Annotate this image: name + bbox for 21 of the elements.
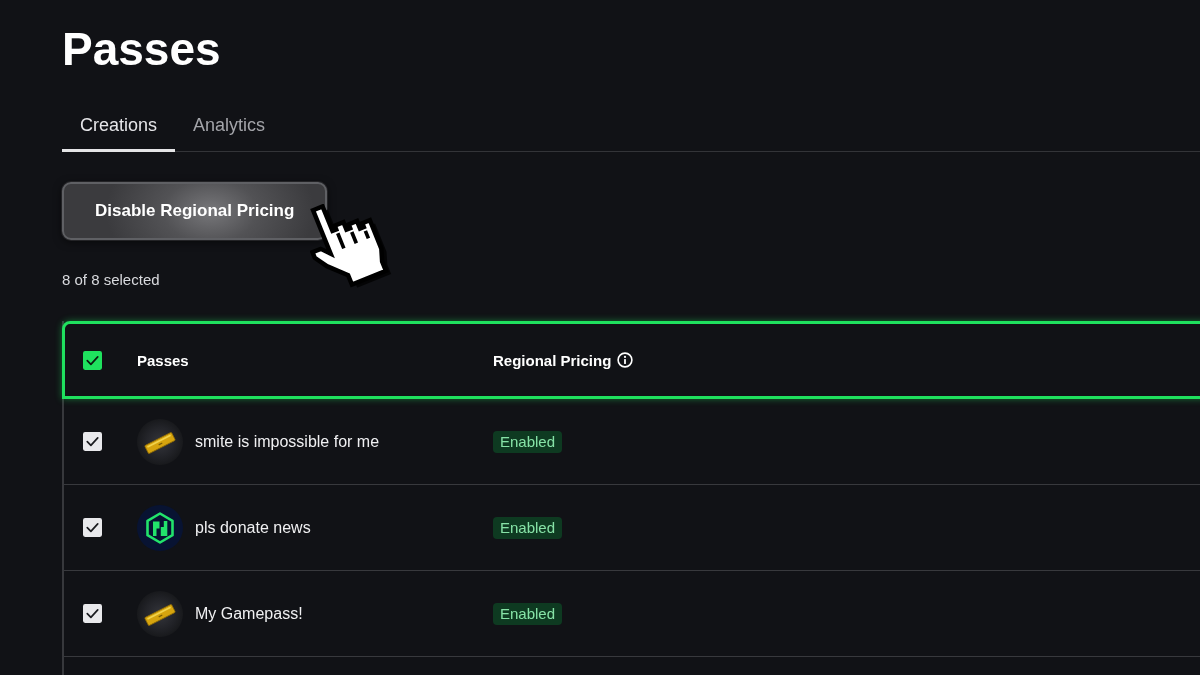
tab[interactable]: Analytics (175, 100, 284, 152)
tab[interactable]: Creations (62, 100, 176, 152)
hexagon-logo-icon (137, 504, 183, 551)
page-title: Passes (62, 22, 221, 77)
column-header: Passes (137, 351, 189, 369)
pass-name: smite is impossible for me (195, 432, 380, 451)
column-header: Regional Pricing (493, 351, 612, 369)
row-checkbox[interactable] (83, 432, 102, 451)
row-checkbox[interactable] (83, 518, 102, 537)
ticket-icon (137, 418, 183, 465)
status-badge: Enabled (493, 602, 563, 625)
pass-name: pls donate news (195, 518, 311, 537)
info-icon[interactable] (617, 352, 634, 368)
status-badge: Enabled (493, 516, 563, 539)
status-badge: Enabled (493, 430, 563, 453)
selection-count: 8 of 8 selected (62, 270, 160, 290)
ticket-icon (137, 590, 183, 637)
select-all-checkbox[interactable] (83, 350, 102, 370)
row-checkbox[interactable] (83, 604, 102, 623)
pass-name: My Gamepass! (195, 604, 303, 623)
disable-regional-pricing-button[interactable]: Disable Regional Pricing (62, 182, 328, 240)
